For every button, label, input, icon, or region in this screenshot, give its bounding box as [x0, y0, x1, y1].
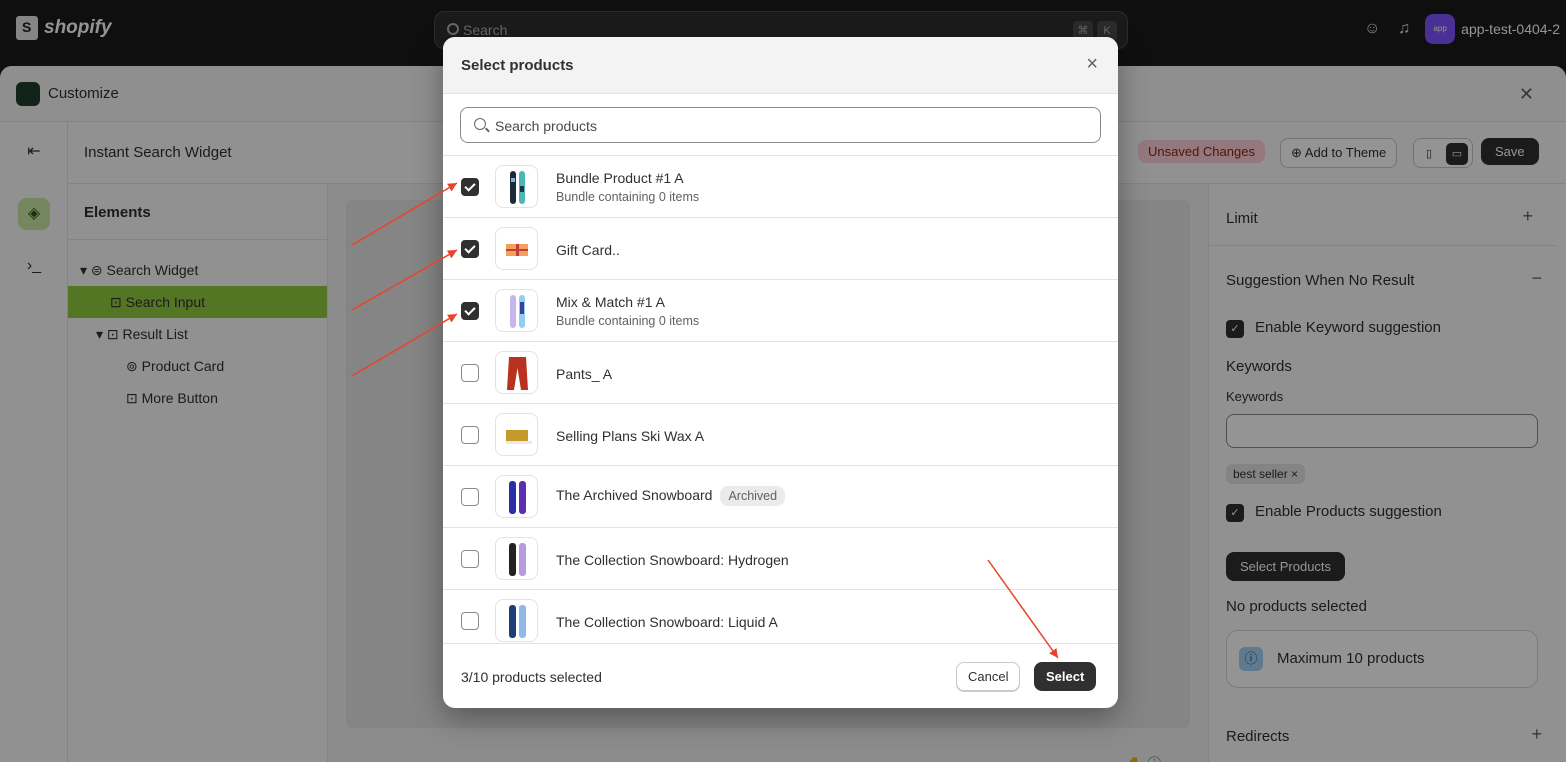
- select-products-modal: Select products × Bundle Product #1 A Bu…: [443, 37, 1118, 708]
- product-thumbnail: [495, 351, 538, 394]
- product-checkbox[interactable]: [461, 550, 479, 568]
- product-search-field[interactable]: [460, 107, 1101, 143]
- modal-title: Select products: [461, 57, 574, 74]
- product-title: Pants_ A: [556, 366, 613, 382]
- archived-badge: Archived: [720, 486, 786, 506]
- product-row[interactable]: Gift Card..: [443, 218, 1118, 280]
- product-checkbox[interactable]: [461, 612, 479, 630]
- search-icon: [474, 118, 486, 130]
- product-row[interactable]: The Collection Snowboard: Liquid A: [443, 590, 1118, 643]
- product-thumbnail: [495, 599, 538, 642]
- product-row[interactable]: The Collection Snowboard: Hydrogen: [443, 528, 1118, 590]
- product-row[interactable]: Mix & Match #1 A Bundle containing 0 ite…: [443, 280, 1118, 342]
- select-button[interactable]: Select: [1034, 662, 1097, 691]
- product-checkbox[interactable]: [461, 302, 479, 320]
- product-title-text: The Archived Snowboard: [556, 487, 713, 503]
- product-subtitle: Bundle containing 0 items: [556, 314, 700, 328]
- product-row[interactable]: Pants_ A: [443, 342, 1118, 404]
- product-search-input[interactable]: [495, 114, 1085, 138]
- product-checkbox[interactable]: [461, 178, 479, 196]
- product-title: The Collection Snowboard: Hydrogen: [556, 552, 789, 568]
- product-title: The Collection Snowboard: Liquid A: [556, 614, 778, 630]
- modal-header: Select products ×: [443, 37, 1118, 94]
- product-thumbnail: [495, 227, 538, 270]
- product-checkbox[interactable]: [461, 240, 479, 258]
- product-title: Gift Card..: [556, 242, 620, 258]
- product-thumbnail: [495, 165, 538, 208]
- product-thumbnail: [495, 413, 538, 456]
- product-checkbox[interactable]: [461, 488, 479, 506]
- product-checkbox[interactable]: [461, 364, 479, 382]
- product-checkbox[interactable]: [461, 426, 479, 444]
- product-row[interactable]: The Archived Snowboard Archived: [443, 466, 1118, 528]
- product-title: The Archived Snowboard Archived: [556, 486, 786, 506]
- product-list: Bundle Product #1 A Bundle containing 0 …: [443, 155, 1118, 643]
- product-subtitle: Bundle containing 0 items: [556, 190, 700, 204]
- product-title: Bundle Product #1 A: [556, 170, 684, 186]
- product-thumbnail: [495, 475, 538, 518]
- product-row[interactable]: Bundle Product #1 A Bundle containing 0 …: [443, 156, 1118, 218]
- modal-footer: 3/10 products selected Cancel Select: [443, 643, 1118, 708]
- selected-count: 3/10 products selected: [461, 669, 602, 685]
- product-row[interactable]: Selling Plans Ski Wax A: [443, 404, 1118, 466]
- product-thumbnail: [495, 289, 538, 332]
- product-title: Selling Plans Ski Wax A: [556, 428, 705, 444]
- product-title: Mix & Match #1 A: [556, 294, 665, 310]
- product-thumbnail: [495, 537, 538, 580]
- cancel-button[interactable]: Cancel: [956, 662, 1021, 691]
- modal-close-icon[interactable]: ×: [1086, 53, 1098, 76]
